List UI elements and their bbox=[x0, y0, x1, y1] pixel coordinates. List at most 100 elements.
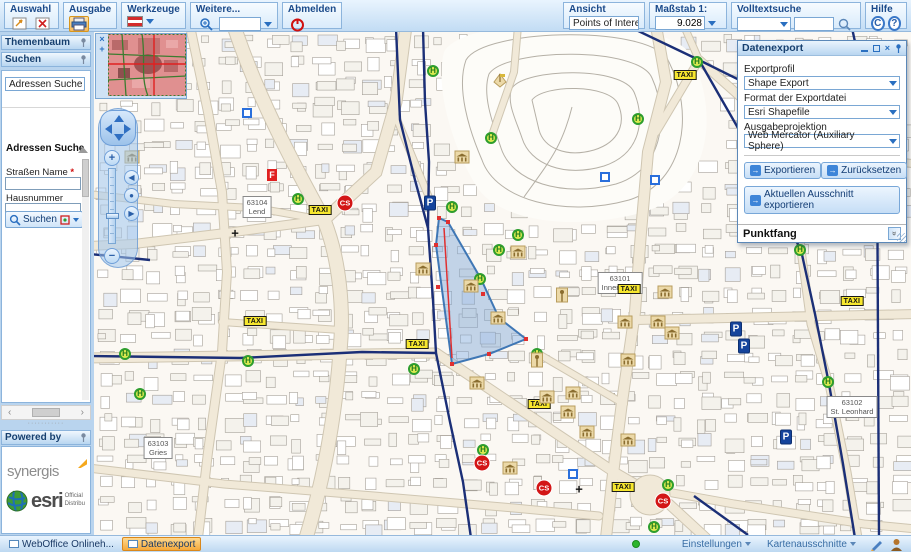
tab-weboffice[interactable]: WebOffice Onlineh... bbox=[4, 537, 119, 551]
weitere-dropdown-caret[interactable] bbox=[264, 22, 272, 27]
tab-datenexport[interactable]: Datenexport bbox=[122, 537, 201, 551]
previous-extent-button[interactable]: ◀ bbox=[124, 170, 139, 185]
restore-icon[interactable] bbox=[873, 45, 880, 52]
sidebar-item-themenbaum[interactable]: Themenbaum bbox=[1, 35, 91, 50]
bus-stop-marker[interactable]: H bbox=[446, 201, 458, 213]
zoom-slider-handle[interactable] bbox=[106, 213, 119, 219]
logout-power-icon[interactable] bbox=[288, 16, 308, 32]
next-extent-button[interactable]: ▶ bbox=[124, 206, 139, 221]
museum-marker[interactable] bbox=[561, 406, 576, 419]
austria-flag-icon[interactable] bbox=[127, 16, 143, 27]
taxi-marker[interactable]: TAXI bbox=[841, 296, 864, 306]
massstab-input[interactable] bbox=[655, 16, 705, 30]
projektion-select[interactable]: Web Mercator (Auxiliary Sphere) bbox=[744, 134, 900, 148]
cs-marker[interactable]: CS bbox=[537, 481, 552, 496]
help-button[interactable]: ? bbox=[888, 16, 902, 31]
close-icon[interactable]: × bbox=[885, 44, 890, 53]
museum-marker[interactable] bbox=[455, 151, 470, 164]
taxi-marker[interactable]: TAXI bbox=[406, 339, 429, 349]
taxi-marker[interactable]: TAXI bbox=[612, 482, 635, 492]
taxi-marker[interactable]: TAXI bbox=[674, 70, 697, 80]
monument-marker[interactable] bbox=[556, 288, 568, 303]
museum-marker[interactable] bbox=[503, 462, 518, 475]
minimize-icon[interactable] bbox=[861, 45, 868, 52]
massstab-caret[interactable] bbox=[708, 21, 716, 26]
bus-stop-marker[interactable]: H bbox=[485, 132, 497, 144]
search-options-caret[interactable] bbox=[73, 218, 79, 222]
bus-stop-marker[interactable]: H bbox=[242, 355, 254, 367]
pan-south-icon[interactable] bbox=[114, 134, 124, 141]
scroll-left-icon[interactable]: ‹ bbox=[8, 407, 11, 418]
bus-stop-marker[interactable]: H bbox=[691, 56, 703, 68]
cs-marker[interactable]: CS bbox=[475, 456, 490, 471]
museum-marker[interactable] bbox=[621, 434, 636, 447]
overview-close-icon[interactable]: × bbox=[99, 35, 104, 44]
museum-marker[interactable] bbox=[416, 263, 431, 276]
volltextsuche-search-icon[interactable] bbox=[837, 16, 852, 32]
pin-icon[interactable] bbox=[80, 433, 87, 442]
pan-north-icon[interactable] bbox=[114, 115, 124, 122]
datenexport-header[interactable]: Datenexport × bbox=[738, 41, 906, 56]
bus-stop-marker[interactable]: H bbox=[512, 229, 524, 241]
taxi-marker[interactable]: TAXI bbox=[244, 316, 267, 326]
bus-stop-marker[interactable]: H bbox=[408, 363, 420, 375]
resize-grip[interactable] bbox=[897, 233, 906, 242]
horizontal-scrollbar[interactable]: ‹ › bbox=[1, 405, 91, 420]
redline-pen-icon[interactable] bbox=[870, 538, 884, 551]
weitere-input[interactable] bbox=[219, 17, 261, 31]
select-tool-icon[interactable] bbox=[10, 16, 30, 32]
sidebar-item-powered-by[interactable]: Powered by bbox=[1, 430, 91, 445]
bus-stop-marker[interactable]: H bbox=[493, 244, 505, 256]
cross-marker[interactable]: + bbox=[575, 483, 583, 496]
bus-stop-marker[interactable]: H bbox=[292, 193, 304, 205]
full-extent-button[interactable]: ● bbox=[124, 188, 139, 203]
museum-marker[interactable] bbox=[566, 387, 581, 400]
museum-marker[interactable] bbox=[665, 327, 680, 340]
blue-square-marker[interactable] bbox=[650, 175, 660, 185]
museum-marker[interactable] bbox=[470, 377, 485, 390]
bus-stop-marker[interactable]: H bbox=[477, 444, 489, 456]
overview-image[interactable] bbox=[108, 34, 186, 96]
museum-marker[interactable] bbox=[621, 354, 636, 367]
museum-marker[interactable] bbox=[464, 280, 479, 293]
exportieren-button[interactable]: → Exportieren bbox=[744, 162, 821, 179]
scroll-up-icon[interactable] bbox=[78, 147, 88, 153]
monument-marker[interactable] bbox=[531, 353, 543, 368]
museum-marker[interactable] bbox=[651, 316, 666, 329]
bus-stop-marker[interactable]: H bbox=[119, 348, 131, 360]
cs-marker[interactable]: CS bbox=[338, 196, 353, 211]
pan-east-icon[interactable] bbox=[124, 124, 131, 134]
search-type-select[interactable]: Adressen Suche bbox=[5, 77, 85, 91]
clear-selection-icon[interactable] bbox=[33, 16, 53, 32]
bus-stop-marker[interactable]: H bbox=[822, 376, 834, 388]
ausschnitt-exportieren-button[interactable]: → Aktuellen Ausschnitt exportieren bbox=[744, 186, 900, 214]
zoom-out-button[interactable]: − bbox=[104, 248, 120, 264]
context-help-button[interactable]: C bbox=[871, 16, 885, 31]
punktfang-section[interactable]: Punktfang » bbox=[738, 224, 906, 242]
overview-map[interactable]: × + bbox=[95, 33, 187, 99]
pin-icon[interactable] bbox=[80, 38, 87, 47]
panel-resize-handle[interactable]: ··········· bbox=[1, 421, 91, 428]
format-select[interactable]: Esri Shapefile bbox=[744, 105, 900, 119]
p-marker[interactable]: P bbox=[424, 196, 436, 211]
museum-marker[interactable] bbox=[580, 426, 595, 439]
pin-icon[interactable] bbox=[80, 55, 87, 64]
museum-marker[interactable] bbox=[540, 391, 555, 404]
zoom-slider[interactable] bbox=[108, 168, 116, 244]
bus-stop-marker[interactable]: H bbox=[134, 388, 146, 400]
street-name-field[interactable] bbox=[5, 177, 81, 190]
overview-move-icon[interactable]: + bbox=[99, 45, 104, 54]
zoom-search-icon[interactable] bbox=[196, 16, 216, 32]
bus-stop-marker[interactable]: H bbox=[632, 113, 644, 125]
museum-marker[interactable] bbox=[658, 286, 673, 299]
f-marker[interactable]: F bbox=[267, 169, 277, 181]
museum-marker[interactable] bbox=[491, 312, 506, 325]
p-marker[interactable]: P bbox=[738, 339, 750, 354]
user-icon[interactable] bbox=[890, 538, 903, 551]
search-button[interactable]: Suchen bbox=[5, 211, 83, 228]
bus-stop-marker[interactable]: H bbox=[662, 479, 674, 491]
blue-square-marker[interactable] bbox=[568, 469, 578, 479]
vertical-scrollbar[interactable] bbox=[82, 159, 89, 400]
pan-west-icon[interactable] bbox=[105, 124, 112, 134]
kartenausschnitte-menu[interactable]: Kartenausschnitte bbox=[767, 539, 856, 550]
